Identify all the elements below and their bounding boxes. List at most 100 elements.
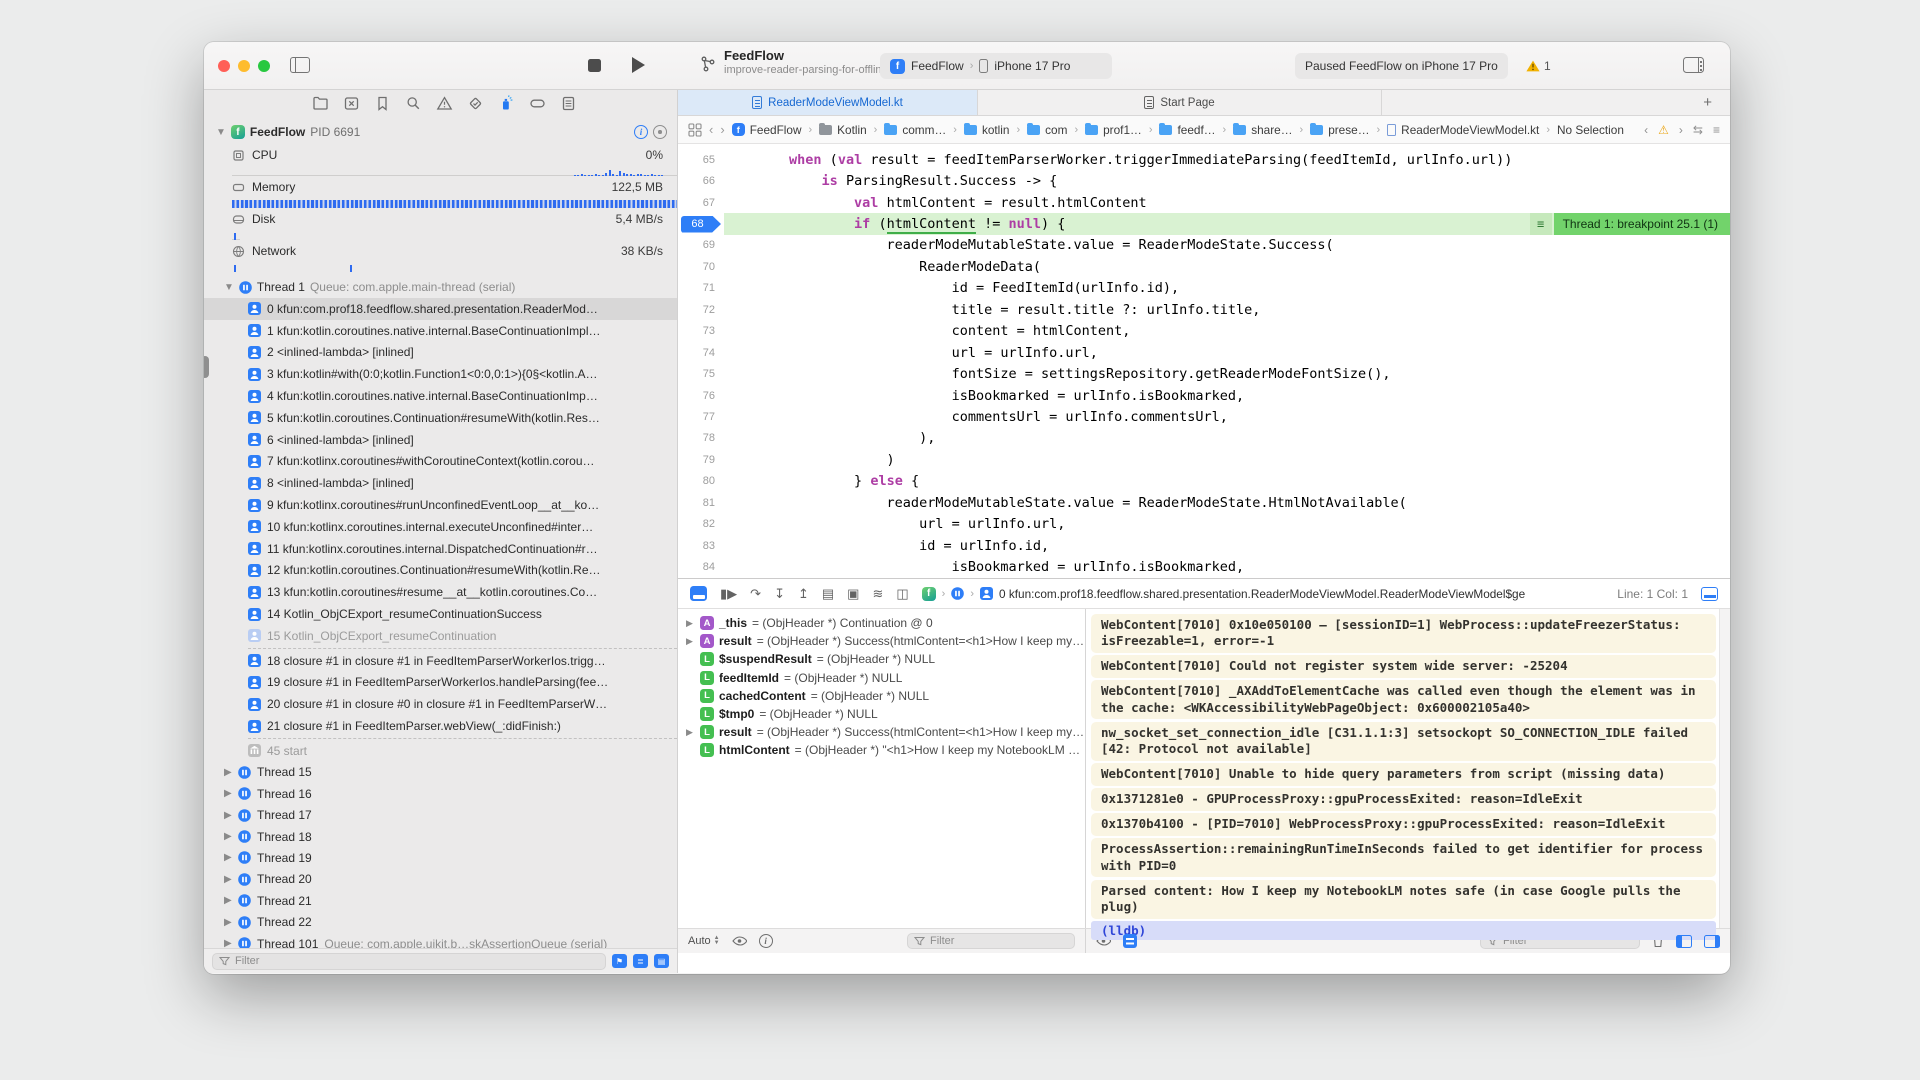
line-gutter[interactable]: 72 — [678, 304, 724, 316]
scheme-selector[interactable]: f FeedFlow › iPhone 17 Pro — [880, 53, 1112, 79]
code-line[interactable]: 78 ), — [678, 428, 1730, 449]
variable-row[interactable]: ▶Aresult= (ObjHeader *) Success(htmlCont… — [678, 632, 1085, 650]
memory-navigator-icon[interactable] — [529, 95, 546, 112]
console-message[interactable]: WebContent[7010] Could not register syst… — [1091, 655, 1716, 678]
variables-filter-field[interactable]: Filter — [907, 933, 1075, 949]
code-line[interactable]: 65 when (val result = feedItemParserWork… — [678, 149, 1730, 170]
stack-frame-row[interactable]: 7 kfun:kotlinx.coroutines#withCoroutineC… — [204, 451, 677, 473]
tab-start-page[interactable]: Start Page — [978, 90, 1382, 115]
add-tab-button[interactable]: + — [1703, 94, 1712, 111]
disclosure-chevron-icon[interactable]: ▶ — [224, 810, 232, 821]
line-gutter[interactable]: 80 — [678, 475, 724, 487]
disclosure-chevron-icon[interactable]: ▶ — [224, 788, 232, 799]
disclosure-chevron-icon[interactable]: ▶ — [224, 917, 232, 928]
continue-execution-icon[interactable]: ▮▶ — [720, 586, 737, 602]
breadcrumb-item[interactable]: fFeedFlow — [732, 123, 802, 137]
issue-warning-icon[interactable]: ⚠ — [1658, 123, 1669, 137]
environment-overrides-icon[interactable]: ≋ — [872, 586, 883, 602]
profile-icon[interactable] — [653, 125, 667, 139]
memory-graph-icon[interactable]: ▣ — [847, 586, 859, 602]
variables-scope-dropdown[interactable]: Auto ▲▼ — [688, 935, 720, 947]
thread-row[interactable]: ▶Thread 101 Queue: com.apple.uikit.b…skA… — [204, 933, 677, 948]
navigator-filter-field[interactable]: Filter — [212, 953, 606, 970]
thread-row[interactable]: ▶Thread 19 — [204, 847, 677, 868]
disclosure-chevron-icon[interactable]: ▶ — [224, 874, 232, 885]
line-gutter[interactable]: 82 — [678, 518, 724, 530]
bookmark-navigator-icon[interactable] — [374, 95, 391, 112]
line-gutter[interactable]: 77 — [678, 411, 724, 423]
line-gutter[interactable]: 84 — [678, 561, 724, 573]
stop-button[interactable] — [588, 59, 601, 72]
disclosure-chevron-icon[interactable]: ▶ — [224, 852, 232, 863]
code-line[interactable]: 73 content = htmlContent, — [678, 321, 1730, 342]
code-line[interactable]: 84 isBookmarked = urlInfo.isBookmarked, — [678, 556, 1730, 577]
network-gauge[interactable]: Network 38 KB/s — [204, 240, 677, 272]
line-gutter[interactable]: 78 — [678, 432, 724, 444]
stack-frame-row[interactable]: 21 closure #1 in FeedItemParser.webView(… — [204, 715, 677, 737]
step-into-icon[interactable]: ↧ — [774, 586, 785, 602]
console-scrollbar[interactable] — [1719, 609, 1730, 928]
breadcrumb-item[interactable]: prof1… — [1085, 123, 1142, 137]
breakpoint-annotation[interactable]: ≡Thread 1: breakpoint 25.1 (1) — [1530, 213, 1730, 234]
variable-row[interactable]: ▶Lresult= (ObjHeader *) Success(htmlCont… — [678, 723, 1085, 741]
line-gutter[interactable]: 79 — [678, 454, 724, 466]
stack-frame-row[interactable]: 19 closure #1 in FeedItemParserWorkerIos… — [204, 672, 677, 694]
stack-frame-row[interactable]: 6 <inlined-lambda> [inlined] — [204, 429, 677, 451]
line-gutter[interactable]: 65 — [678, 154, 724, 166]
code-line[interactable]: 79 ) — [678, 449, 1730, 470]
variable-row[interactable]: ▶A_this= (ObjHeader *) Continuation @ 0 — [678, 614, 1085, 632]
code-line[interactable]: 75 fontSize = settingsRepository.getRead… — [678, 363, 1730, 384]
thread-row[interactable]: ▶Thread 22 — [204, 911, 677, 932]
print-description-icon[interactable]: i — [759, 934, 773, 948]
code-line[interactable]: 66 is ParsingResult.Success -> { — [678, 170, 1730, 191]
stack-frame-row[interactable]: 45 start — [204, 740, 677, 762]
simulate-location-icon[interactable]: ◫ — [896, 586, 908, 602]
console-message[interactable]: WebContent[7010] _AXAddToElementCache wa… — [1091, 680, 1716, 719]
code-line[interactable]: 72 title = result.title ?: urlInfo.title… — [678, 299, 1730, 320]
stack-frame-row[interactable]: 1 kfun:kotlin.coroutines.native.internal… — [204, 320, 677, 342]
breadcrumb-item[interactable]: Kotlin — [819, 123, 867, 137]
breadcrumb-item[interactable]: kotlin — [964, 123, 1010, 137]
menu-icon[interactable]: ≡ — [1530, 213, 1552, 234]
console-message[interactable]: WebContent[7010] 0x10e050100 – [sessionI… — [1091, 614, 1716, 653]
variable-row[interactable]: L$tmp0= (ObjHeader *) NULL — [678, 705, 1085, 723]
disclosure-chevron-icon[interactable]: ▶ — [224, 938, 232, 948]
console-mode-icon[interactable] — [1123, 934, 1137, 948]
cpu-gauge[interactable]: CPU 0% — [204, 144, 677, 176]
breadcrumb-item[interactable]: prese… — [1310, 123, 1369, 137]
minimap-icon[interactable]: ≡ — [1713, 123, 1720, 137]
console-message[interactable]: 0x1370b4100 - [PID=7010] WebProcessProxy… — [1091, 813, 1716, 836]
variable-row[interactable]: LcachedContent= (ObjHeader *) NULL — [678, 687, 1085, 705]
disclosure-chevron-icon[interactable]: ▶ — [224, 895, 232, 906]
memory-gauge[interactable]: Memory 122,5 MB — [204, 176, 677, 208]
console-panel-toggle-icon[interactable] — [1704, 935, 1720, 948]
stack-frame-row[interactable]: 2 <inlined-lambda> [inlined] — [204, 342, 677, 364]
variable-row[interactable]: LhtmlContent= (ObjHeader *) "<h1>How I k… — [678, 741, 1085, 759]
project-navigator-icon[interactable] — [312, 95, 329, 112]
compact-view-icon[interactable]: ▤ — [654, 954, 669, 968]
disclosure-chevron-icon[interactable]: ▼ — [216, 127, 226, 138]
console-toggle-icon[interactable] — [1701, 587, 1718, 601]
line-gutter[interactable]: 66 — [678, 175, 724, 187]
stack-frame-row[interactable]: 9 kfun:kotlinx.coroutines#runUnconfinedE… — [204, 494, 677, 516]
breadcrumb-item[interactable]: com — [1027, 123, 1067, 137]
scheme-name[interactable]: FeedFlow — [911, 59, 964, 73]
warning-badge[interactable]: 1 — [1526, 59, 1551, 73]
thread-row[interactable]: ▶Thread 18 — [204, 826, 677, 847]
console-message[interactable]: ProcessAssertion::remainingRunTimeInSeco… — [1091, 838, 1716, 877]
code-line[interactable]: 74 url = urlInfo.url, — [678, 342, 1730, 363]
variable-row[interactable]: LfeedItemId= (ObjHeader *) NULL — [678, 669, 1085, 687]
breadcrumb-item[interactable]: No Selection — [1557, 123, 1624, 137]
stack-frame-row[interactable]: 14 Kotlin_ObjCExport_resumeContinuationS… — [204, 603, 677, 625]
stack-frame-row[interactable]: 13 kfun:kotlin.coroutines#resume__at__ko… — [204, 581, 677, 603]
console-message[interactable]: WebContent[7010] Unable to hide query pa… — [1091, 763, 1716, 786]
code-line[interactable]: 77 commentsUrl = urlInfo.commentsUrl, — [678, 406, 1730, 427]
line-gutter[interactable]: 74 — [678, 347, 724, 359]
stack-frame-row[interactable]: 11 kfun:kotlinx.coroutines.internal.Disp… — [204, 538, 677, 560]
debug-navigator-icon[interactable] — [498, 95, 515, 112]
test-navigator-icon[interactable] — [467, 95, 484, 112]
line-gutter[interactable]: 68 — [678, 216, 724, 233]
process-row[interactable]: ▼ f FeedFlow PID 6691 i — [204, 120, 677, 144]
code-line[interactable]: 81 readerModeMutableState.value = Reader… — [678, 492, 1730, 513]
variables-panel-toggle-icon[interactable] — [1676, 935, 1692, 948]
